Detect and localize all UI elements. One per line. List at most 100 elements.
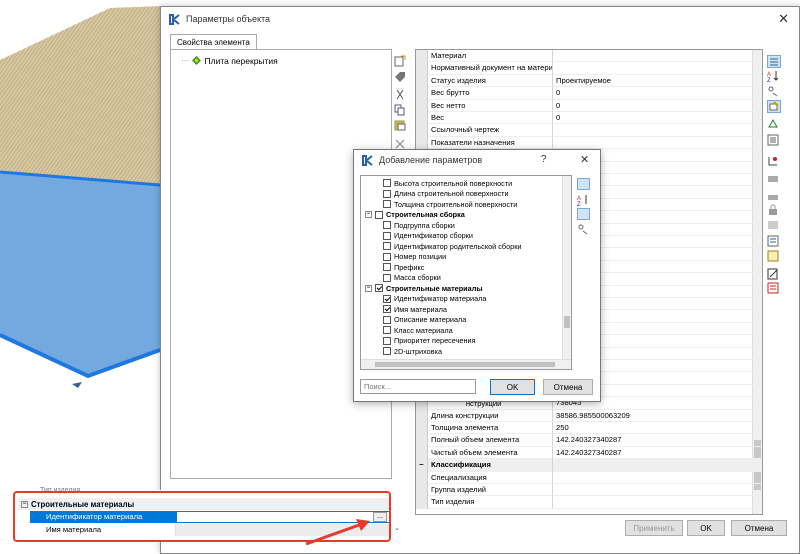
- grid-category-row[interactable]: − Классификация: [416, 459, 762, 472]
- grid-row[interactable]: Специализация: [416, 471, 762, 484]
- grid-row[interactable]: Группа изделий: [416, 484, 762, 497]
- close-icon[interactable]: ✕: [580, 153, 589, 166]
- grid-row[interactable]: Вес 0: [416, 112, 762, 125]
- checkbox[interactable]: [383, 200, 391, 209]
- grid-row[interactable]: Чистый объем элемента 142.240327340287: [416, 446, 762, 460]
- checkbox[interactable]: [383, 242, 391, 251]
- filter-icon[interactable]: [767, 85, 781, 98]
- grid-row[interactable]: Толщина элемента 250: [416, 422, 762, 435]
- property-value[interactable]: [553, 124, 762, 137]
- param-item[interactable]: Номер позиции: [383, 252, 446, 263]
- list-icon[interactable]: [767, 134, 781, 147]
- grid-row[interactable]: Тип изделия: [416, 496, 762, 509]
- checkbox[interactable]: [383, 221, 391, 230]
- grid-row[interactable]: Показатели назначения: [416, 136, 762, 150]
- param-item[interactable]: Высота строительной поверхности: [383, 178, 512, 189]
- property-value[interactable]: [553, 459, 762, 472]
- param-item[interactable]: Толщина строительной поверхности: [383, 199, 517, 210]
- checkbox[interactable]: [383, 294, 391, 303]
- param-item[interactable]: Подгруппа сборки: [383, 220, 455, 231]
- property-value[interactable]: Проектируемое: [553, 75, 762, 88]
- param-item[interactable]: Описание материала: [383, 315, 466, 326]
- grid-row[interactable]: Нормативный документ на материал: [416, 62, 762, 75]
- checkbox[interactable]: [383, 305, 391, 314]
- model-viewport[interactable]: [0, 0, 166, 554]
- property-value[interactable]: [553, 496, 762, 509]
- param-item[interactable]: Класс материала: [383, 325, 453, 336]
- chevron-down-icon[interactable]: ⌄: [394, 524, 400, 532]
- grid-row[interactable]: Полный объем элемента 142.240327340287: [416, 434, 762, 447]
- param-item[interactable]: Масса сборки: [383, 273, 441, 284]
- property-value[interactable]: [553, 50, 762, 63]
- checkbox[interactable]: [383, 347, 391, 356]
- list-vscrollbar[interactable]: [562, 176, 571, 359]
- grid-row[interactable]: Длина конструкции 38586.985500063209: [416, 409, 762, 422]
- property-value[interactable]: [553, 137, 762, 150]
- checkbox[interactable]: [383, 231, 391, 240]
- hscroll-thumb[interactable]: [375, 362, 555, 367]
- property-value[interactable]: 142.240327340287: [553, 447, 762, 460]
- filter-icon[interactable]: [577, 223, 590, 235]
- categorized-view-icon[interactable]: [577, 178, 590, 190]
- collapse-icon[interactable]: −: [365, 284, 372, 292]
- parameters-tree-list[interactable]: Высота строительной поверхности Длина стр…: [360, 175, 572, 370]
- param-item[interactable]: 2D-штриховка: [383, 346, 442, 357]
- add-parameter-icon[interactable]: [577, 208, 590, 220]
- add-param-icon[interactable]: [394, 55, 406, 67]
- link-icon[interactable]: [767, 155, 781, 168]
- search-input[interactable]: [360, 379, 476, 394]
- report-icon[interactable]: [767, 235, 781, 248]
- checkbox[interactable]: [383, 336, 391, 345]
- property-value[interactable]: 250: [553, 422, 762, 435]
- grid-row[interactable]: Вес брутто 0: [416, 87, 762, 100]
- property-value[interactable]: [553, 472, 762, 484]
- param-item[interactable]: Идентификатор сборки: [383, 231, 473, 242]
- copy-icon[interactable]: [394, 104, 406, 116]
- checkbox[interactable]: [383, 263, 391, 272]
- ok-button[interactable]: OK: [687, 520, 725, 536]
- property-value[interactable]: 38586.985500063209: [553, 410, 762, 422]
- grid-row[interactable]: Вес нетто 0: [416, 99, 762, 112]
- export-icon[interactable]: [767, 250, 781, 263]
- checkbox[interactable]: [383, 326, 391, 335]
- refresh-icon[interactable]: [767, 118, 781, 131]
- grid-row[interactable]: Материал: [416, 50, 762, 63]
- add-parameter-active-icon[interactable]: [767, 100, 781, 113]
- tab-element-properties[interactable]: Свойства элемента: [170, 34, 257, 49]
- table-icon[interactable]: [767, 219, 781, 232]
- categorized-view-icon[interactable]: [767, 55, 781, 68]
- checkbox[interactable]: [375, 210, 383, 219]
- close-icon[interactable]: ✕: [778, 11, 789, 27]
- sort-az-icon[interactable]: AZ: [577, 194, 590, 208]
- property-value[interactable]: 0: [553, 100, 762, 112]
- param-group[interactable]: − Строительная сборка: [365, 210, 465, 221]
- property-value[interactable]: [553, 484, 762, 497]
- param-group[interactable]: − Строительные материалы: [365, 283, 483, 294]
- checkbox[interactable]: [383, 189, 391, 198]
- raise-icon[interactable]: [767, 189, 781, 202]
- checkbox[interactable]: [383, 179, 391, 188]
- dialog-cancel-button[interactable]: Отмена: [543, 379, 593, 395]
- tree-item-slab[interactable]: ⋯ Плита перекрытия: [181, 55, 278, 66]
- edit-list-icon[interactable]: [767, 268, 781, 281]
- property-value[interactable]: [553, 62, 762, 75]
- dialog-ok-button[interactable]: OK: [490, 379, 535, 395]
- param-item[interactable]: Приоритет пересечения: [383, 336, 476, 347]
- grid-row[interactable]: Ссылочный чертеж: [416, 124, 762, 137]
- collapse-icon[interactable]: −: [365, 211, 372, 219]
- param-item[interactable]: Идентификатор родительской сборки: [383, 241, 521, 252]
- sort-az-icon[interactable]: AZ: [767, 70, 781, 84]
- checkbox[interactable]: [383, 315, 391, 324]
- cut-icon[interactable]: [394, 89, 406, 101]
- param-item[interactable]: Имя материала: [383, 304, 447, 315]
- param-item[interactable]: Префикс: [383, 262, 424, 273]
- grid-row[interactable]: Статус изделия Проектируемое: [416, 74, 762, 88]
- checkbox[interactable]: [375, 284, 383, 293]
- tag-icon[interactable]: [394, 71, 406, 83]
- apply-button[interactable]: Применить: [625, 520, 683, 536]
- excel-icon[interactable]: [767, 282, 781, 295]
- checkbox[interactable]: [383, 252, 391, 261]
- property-value[interactable]: 0: [553, 87, 762, 100]
- property-value[interactable]: 142.240327340287: [553, 434, 762, 447]
- help-icon[interactable]: ?: [541, 154, 547, 165]
